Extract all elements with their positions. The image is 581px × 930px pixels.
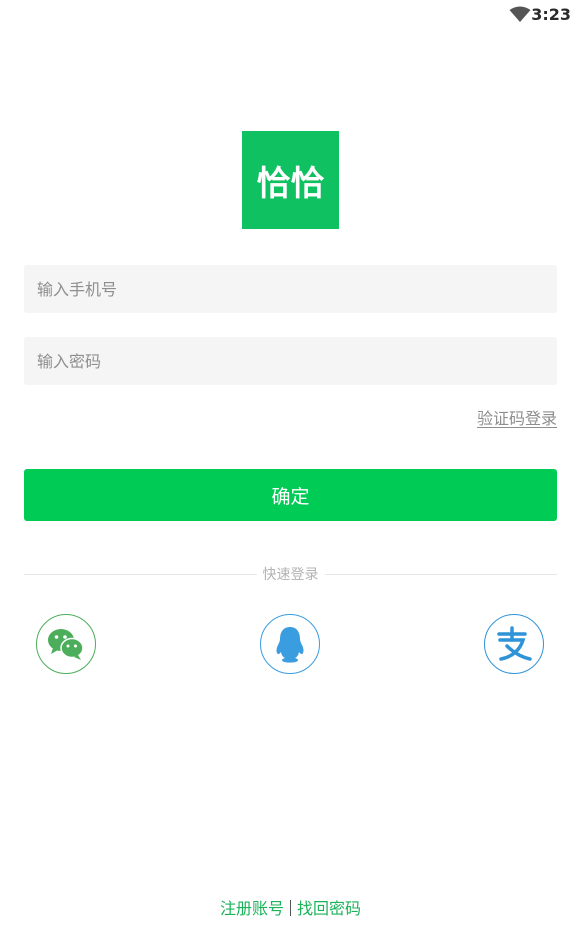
phone-input[interactable]	[24, 265, 557, 313]
password-field-container	[24, 337, 557, 385]
password-input[interactable]	[24, 337, 557, 385]
quick-login-label: 快速登录	[262, 567, 319, 583]
status-bar: 3:23	[0, 0, 581, 30]
phone-field-container	[24, 265, 557, 313]
register-link[interactable]: 注册账号	[220, 899, 284, 918]
alipay-login-button[interactable]	[484, 614, 544, 674]
recover-password-link[interactable]: 找回密码	[297, 899, 361, 918]
alipay-icon	[497, 626, 532, 661]
footer-separator	[290, 900, 291, 916]
login-screen: 3:23 恰恰 验证码登录 确定 快速登录	[0, 0, 581, 930]
confirm-button[interactable]: 确定	[24, 469, 557, 521]
app-logo: 恰恰	[242, 131, 339, 229]
qq-login-button[interactable]	[260, 614, 320, 674]
divider-line-right	[324, 573, 557, 575]
status-time: 3:23	[531, 5, 571, 24]
wechat-login-button[interactable]	[36, 614, 96, 674]
code-login-link[interactable]: 验证码登录	[477, 405, 557, 429]
divider-line-left	[24, 573, 257, 575]
wifi-icon	[509, 6, 531, 22]
app-logo-text: 恰恰	[256, 163, 325, 204]
qq-icon	[276, 627, 304, 663]
quick-login-divider: 快速登录	[24, 564, 557, 584]
footer-links: 注册账号 找回密码	[0, 895, 581, 919]
wechat-icon	[48, 629, 84, 660]
